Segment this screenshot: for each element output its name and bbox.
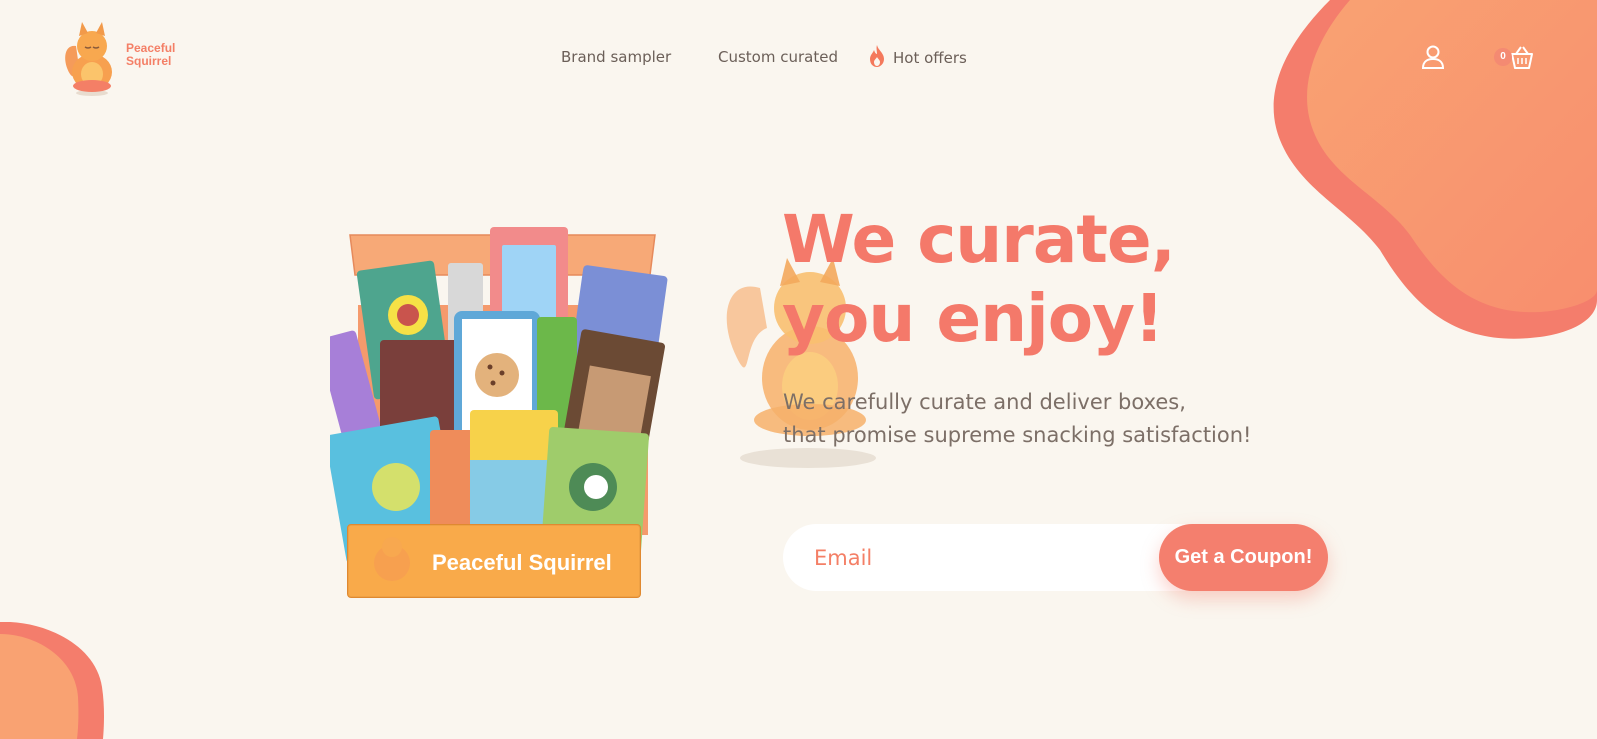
flame-icon <box>870 45 884 67</box>
box-brand-label: Peaceful Squirrel <box>432 550 612 575</box>
get-coupon-button[interactable]: Get a Coupon! <box>1159 524 1328 591</box>
hero-subtitle: We carefully curate and deliver boxes, t… <box>783 386 1343 452</box>
hero-subtitle-line2: that promise supreme snacking satisfacti… <box>783 423 1252 447</box>
account-button[interactable] <box>1420 44 1446 70</box>
hero-headline-line2: you enjoy! <box>782 280 1164 357</box>
hero-headline: We curate, you enjoy! <box>782 200 1282 358</box>
nav-hot-offers-label: Hot offers <box>893 48 967 67</box>
hero-subtitle-line1: We carefully curate and deliver boxes, <box>783 390 1186 414</box>
nav-hot-offers[interactable]: Hot offers <box>868 45 967 67</box>
main-nav: Brand sampler Custom curated Hot offers <box>0 45 1597 68</box>
nav-custom-curated[interactable]: Custom curated <box>718 48 838 66</box>
site-header: Peaceful Squirrel Brand sampler Custom c… <box>0 0 1597 120</box>
coupon-signup-form: Get a Coupon! <box>783 524 1328 591</box>
snack-box-illustration: Peaceful Squirrel <box>330 227 668 598</box>
cart-count-badge: 0 <box>1494 48 1512 66</box>
hero-headline-line1: We curate, <box>782 201 1176 278</box>
nav-brand-sampler[interactable]: Brand sampler <box>561 48 671 66</box>
user-icon <box>1421 45 1445 69</box>
email-input[interactable] <box>783 524 1213 591</box>
bottom-left-blob <box>0 622 104 739</box>
